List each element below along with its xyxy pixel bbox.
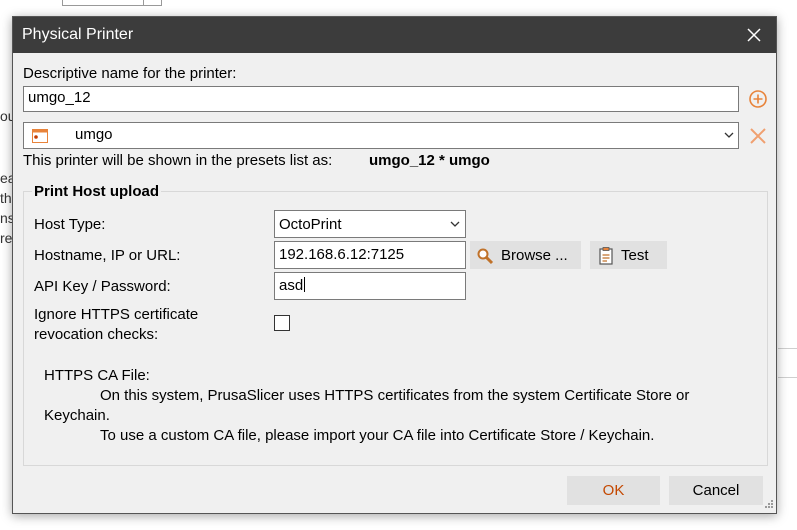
add-preset-button[interactable] [748,89,768,109]
background-divider [778,348,797,349]
cancel-label: Cancel [692,482,740,499]
ca-file-note-line2: Keychain. [44,407,110,424]
browse-button[interactable]: Browse ... [470,241,581,269]
ok-button[interactable]: OK [567,476,660,505]
printer-name-value: umgo_12 [28,89,91,106]
resize-grip-icon[interactable] [762,499,774,511]
api-key-value: asd [279,277,304,294]
dialog-title: Physical Printer [22,26,134,43]
delete-icon [750,128,766,144]
close-button[interactable] [732,17,776,53]
presets-display-value: umgo_12 * umgo [369,152,490,169]
printer-preset-select[interactable]: umgo [23,122,739,149]
test-button[interactable]: Test [590,241,667,269]
api-key-input[interactable]: asd [274,272,466,300]
host-type-select[interactable]: OctoPrint [274,210,466,238]
host-type-value: OctoPrint [279,216,342,233]
ca-file-note-line1: On this system, PrusaSlicer uses HTTPS c… [100,387,690,404]
text-cursor [304,277,306,292]
api-key-label: API Key / Password: [34,278,171,295]
close-icon [747,28,761,42]
presets-info-label: This printer will be shown in the preset… [23,152,333,169]
hostname-label: Hostname, IP or URL: [34,247,181,264]
chevron-down-icon [450,221,460,227]
descriptive-name-label: Descriptive name for the printer: [23,65,237,82]
browse-label: Browse ... [501,247,568,264]
ok-label: OK [602,482,625,499]
ignore-https-checkbox[interactable] [274,315,290,331]
ignore-https-label-line1: Ignore HTTPS certificate [34,306,199,323]
physical-printer-dialog: Physical Printer Descriptive name for th… [12,16,777,514]
test-clipboard-icon [599,247,613,265]
chevron-down-icon [724,132,734,138]
title-bar: Physical Printer [13,17,776,53]
background-divider [778,377,797,378]
plus-circle-icon [749,90,767,108]
printer-preset-value: umgo [75,126,113,143]
hostname-value: 192.168.6.12:7125 [279,246,405,263]
print-host-upload-title: Print Host upload [32,183,161,200]
ca-file-note-line3: To use a custom CA file, please import y… [100,427,655,444]
printer-preset-icon [32,129,48,143]
background-fragment: th [0,190,12,206]
background-fragment: re [0,230,13,246]
ignore-https-label-line2: revocation checks: [34,326,159,343]
cancel-button[interactable]: Cancel [669,476,763,505]
ca-file-title: HTTPS CA File: [44,367,150,384]
printer-name-input[interactable]: umgo_12 [23,86,739,112]
host-type-label: Host Type: [34,216,106,233]
background-combo-arrow [143,0,161,6]
delete-preset-button[interactable] [748,126,768,146]
search-icon [477,248,494,265]
hostname-input[interactable]: 192.168.6.12:7125 [274,241,466,269]
test-label: Test [621,247,649,264]
